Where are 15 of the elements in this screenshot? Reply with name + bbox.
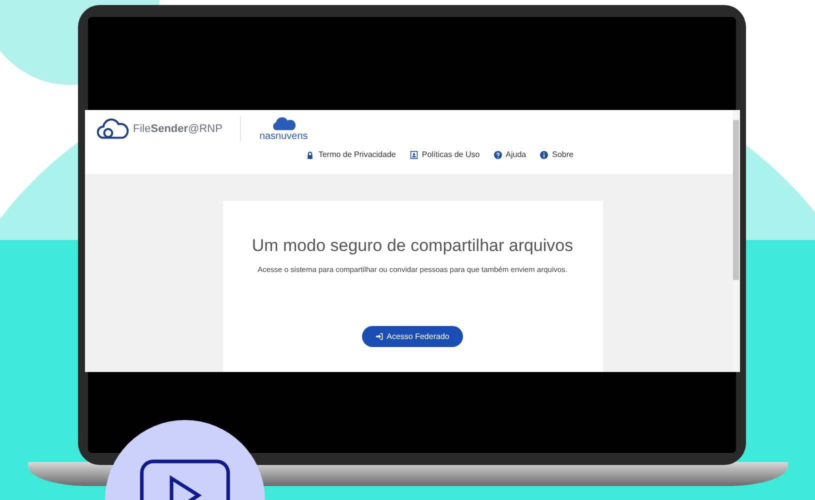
info-icon — [540, 150, 548, 158]
nav-link[interactable]: Termo de Privacidade — [306, 150, 396, 159]
nav-link[interactable]: Políticas de Uso — [410, 150, 480, 159]
federated-access-button[interactable]: Acesso Federado — [362, 326, 464, 347]
lock-icon — [306, 150, 314, 158]
nav-link[interactable]: Ajuda — [494, 150, 526, 159]
page-heading: Um modo seguro de compartilhar arquivos — [252, 236, 574, 256]
sign-in-icon — [376, 333, 383, 340]
partner-logo-text: nasnuvens — [259, 130, 308, 142]
help-icon — [494, 150, 502, 158]
logo-text: FileSender@RNP — [133, 123, 222, 135]
nav-link[interactable]: Sobre — [540, 150, 574, 159]
id-badge-icon — [410, 150, 418, 158]
scrollbar[interactable] — [733, 110, 740, 372]
cloud-logo-icon — [97, 116, 129, 142]
